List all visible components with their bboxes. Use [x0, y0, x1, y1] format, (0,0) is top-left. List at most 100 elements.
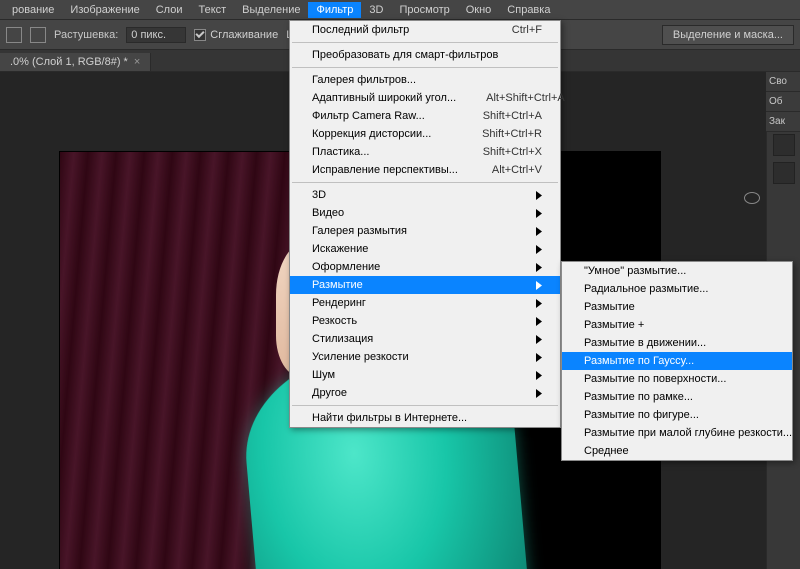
panel-icon[interactable] [773, 134, 795, 156]
submenu-arrow-icon [536, 227, 542, 236]
menu-item-label: Исправление перспективы... [312, 164, 458, 176]
menubar-item-3d[interactable]: 3D [361, 2, 391, 18]
menu-item[interactable]: Пластика...Shift+Ctrl+X [290, 143, 560, 161]
menu-item[interactable]: Размытие по Гауссу... [562, 352, 792, 370]
menu-item[interactable]: Галерея размытия [290, 222, 560, 240]
submenu-arrow-icon [536, 335, 542, 344]
menu-item-label: Среднее [584, 445, 629, 457]
menu-item[interactable]: Исправление перспективы... Alt+Ctrl+V [290, 161, 560, 179]
menu-item[interactable]: Размытие [290, 276, 560, 294]
menu-item-label: Видео [312, 207, 344, 219]
menu-item-label: Шум [312, 369, 335, 381]
submenu-arrow-icon [536, 299, 542, 308]
menu-item[interactable]: Размытие + [562, 316, 792, 334]
submenu-arrow-icon [536, 389, 542, 398]
menu-item-label: Последний фильтр [312, 24, 409, 36]
menu-item[interactable]: Преобразовать для смарт-фильтров [290, 46, 560, 64]
close-icon[interactable]: × [134, 56, 140, 68]
menu-item-label: Найти фильтры в Интернете... [312, 412, 467, 424]
menu-item-label: Галерея размытия [312, 225, 407, 237]
submenu-arrow-icon [536, 281, 542, 290]
menubar-item-просмотр[interactable]: Просмотр [391, 2, 457, 18]
menu-item[interactable]: Коррекция дисторсии... Shift+Ctrl+R [290, 125, 560, 143]
menu-item[interactable]: Галерея фильтров... [290, 71, 560, 89]
menu-item-label: Размытие в движении... [584, 337, 706, 349]
menu-item[interactable]: Радиальное размытие... [562, 280, 792, 298]
menubar-item-рование[interactable]: рование [4, 2, 62, 18]
menu-item[interactable]: "Умное" размытие... [562, 262, 792, 280]
panel-icon[interactable] [773, 162, 795, 184]
menu-shortcut: Ctrl+F [512, 24, 542, 36]
menu-item[interactable]: Размытие [562, 298, 792, 316]
menu-item[interactable]: Найти фильтры в Интернете... [290, 409, 560, 427]
menu-item[interactable]: Оформление [290, 258, 560, 276]
panel-tab[interactable]: Сво [766, 72, 800, 92]
menu-item-label: Другое [312, 387, 347, 399]
layer-visibility-icon[interactable] [744, 192, 760, 204]
menu-item[interactable]: Фильтр Camera Raw... Shift+Ctrl+A [290, 107, 560, 125]
menu-item-label: Размытие при малой глубине резкости... [584, 427, 792, 439]
menu-item-label: Галерея фильтров... [312, 74, 416, 86]
document-tab[interactable]: .0% (Слой 1, RGB/8#) * × [0, 53, 151, 71]
menu-item-label: Преобразовать для смарт-фильтров [312, 49, 498, 61]
submenu-arrow-icon [536, 209, 542, 218]
menubar-item-фильтр[interactable]: Фильтр [308, 2, 361, 18]
blur-submenu: "Умное" размытие... Радиальное размытие..… [561, 261, 793, 461]
menu-item[interactable]: Размытие по поверхности... [562, 370, 792, 388]
menu-item[interactable]: Рендеринг [290, 294, 560, 312]
select-and-mask-button[interactable]: Выделение и маска... [662, 25, 794, 45]
menu-item-label: Рендеринг [312, 297, 366, 309]
menu-item[interactable]: Стилизация [290, 330, 560, 348]
menu-item[interactable]: Резкость [290, 312, 560, 330]
menu-item[interactable]: Усиление резкости [290, 348, 560, 366]
submenu-arrow-icon [536, 353, 542, 362]
right-panel-tabs: Сво Об Зак [766, 72, 800, 132]
menu-item-label: Адаптивный широкий угол... [312, 92, 456, 104]
menu-item-label: Размытие [312, 279, 363, 291]
menu-item-label: Резкость [312, 315, 357, 327]
menubar-item-выделение[interactable]: Выделение [234, 2, 308, 18]
document-title: .0% (Слой 1, RGB/8#) * [10, 56, 128, 68]
selection-mode-icon[interactable] [30, 27, 46, 43]
menu-item-label: Фильтр Camera Raw... [312, 110, 425, 122]
menu-shortcut: Shift+Ctrl+A [483, 110, 542, 122]
menu-item[interactable]: Шум [290, 366, 560, 384]
menubar-item-справка[interactable]: Справка [499, 2, 558, 18]
panel-tab[interactable]: Зак [766, 112, 800, 132]
menu-item[interactable]: Адаптивный широкий угол...Alt+Shift+Ctrl… [290, 89, 560, 107]
menu-item-label: Коррекция дисторсии... [312, 128, 431, 140]
menu-shortcut: Alt+Ctrl+V [492, 164, 542, 176]
menu-item[interactable]: Среднее [562, 442, 792, 460]
menubar-item-окно[interactable]: Окно [458, 2, 500, 18]
menu-item[interactable]: Размытие по рамке... [562, 388, 792, 406]
menu-item[interactable]: 3D [290, 186, 560, 204]
menu-item[interactable]: Размытие в движении... [562, 334, 792, 352]
menu-item-label: Размытие по поверхности... [584, 373, 726, 385]
tool-preset-icon[interactable] [6, 27, 22, 43]
menu-item-label: Пластика... [312, 146, 369, 158]
menu-item-label: Размытие по Гауссу... [584, 355, 694, 367]
menu-item-label: Оформление [312, 261, 380, 273]
panel-tab[interactable]: Об [766, 92, 800, 112]
menubar-item-слои[interactable]: Слои [148, 2, 191, 18]
menu-item-label: Размытие [584, 301, 635, 313]
submenu-arrow-icon [536, 317, 542, 326]
menu-item[interactable]: Размытие при малой глубине резкости... [562, 424, 792, 442]
menu-item-label: Размытие по рамке... [584, 391, 693, 403]
submenu-arrow-icon [536, 245, 542, 254]
feather-input[interactable] [126, 27, 186, 43]
menu-item[interactable]: Видео [290, 204, 560, 222]
menu-shortcut: Shift+Ctrl+R [482, 128, 542, 140]
menu-item-label: Размытие по фигуре... [584, 409, 699, 421]
menubar-item-изображение[interactable]: Изображение [62, 2, 147, 18]
menu-item-label: "Умное" размытие... [584, 265, 686, 277]
smoothing-checkbox[interactable]: Сглаживание [194, 29, 278, 41]
menu-item[interactable]: Искажение [290, 240, 560, 258]
check-icon [196, 29, 205, 38]
menu-item[interactable]: Другое [290, 384, 560, 402]
menu-item-label: 3D [312, 189, 326, 201]
menu-item[interactable]: Последний фильтр Ctrl+F [290, 21, 560, 39]
feather-label: Растушевка: [54, 29, 118, 41]
menubar-item-текст[interactable]: Текст [190, 2, 234, 18]
menu-item[interactable]: Размытие по фигуре... [562, 406, 792, 424]
